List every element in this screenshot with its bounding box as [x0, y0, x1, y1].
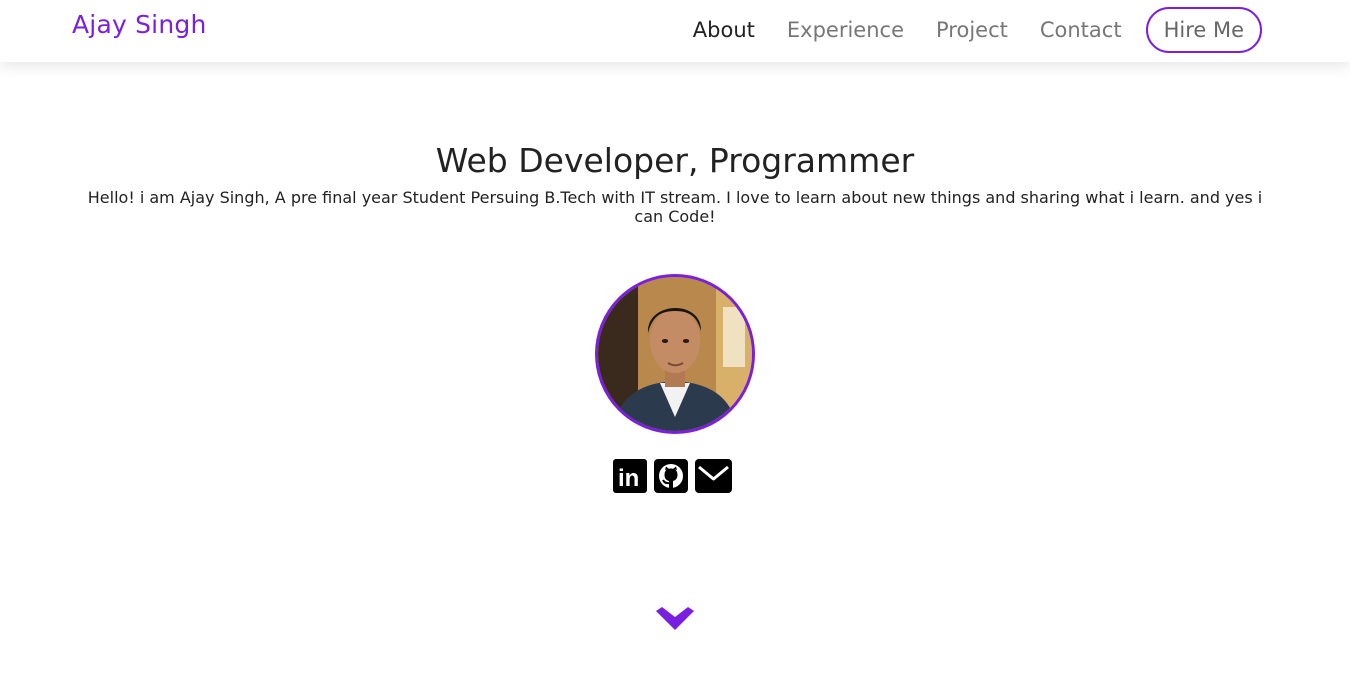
- hero-title: Web Developer, Programmer: [435, 141, 915, 180]
- hero-intro-text: Hello! i am Ajay Singh, A pre final year…: [87, 188, 1263, 226]
- navbar: Ajay Singh About Experience Project Cont…: [0, 0, 1350, 62]
- profile-photo: [598, 277, 752, 431]
- linkedin-link[interactable]: in: [613, 459, 647, 497]
- nav-link-contact[interactable]: Contact: [1040, 18, 1122, 42]
- github-link[interactable]: [654, 459, 688, 497]
- chevron-down-icon: [656, 607, 694, 630]
- brand-logo[interactable]: Ajay Singh: [72, 10, 206, 39]
- linkedin-icon: in: [613, 459, 647, 493]
- nav-links: About Experience Project Contact Hire Me: [661, 7, 1262, 53]
- nav-link-about[interactable]: About: [693, 18, 755, 42]
- profile-avatar: [595, 274, 755, 434]
- nav-link-experience[interactable]: Experience: [787, 18, 904, 42]
- svg-text:in: in: [618, 465, 639, 492]
- mail-icon: [695, 459, 732, 493]
- social-links: in: [613, 459, 732, 497]
- github-icon: [654, 459, 688, 493]
- nav-link-project[interactable]: Project: [936, 18, 1008, 42]
- scroll-down-button[interactable]: [655, 606, 695, 634]
- email-link[interactable]: [695, 459, 732, 497]
- hire-me-button[interactable]: Hire Me: [1145, 7, 1262, 53]
